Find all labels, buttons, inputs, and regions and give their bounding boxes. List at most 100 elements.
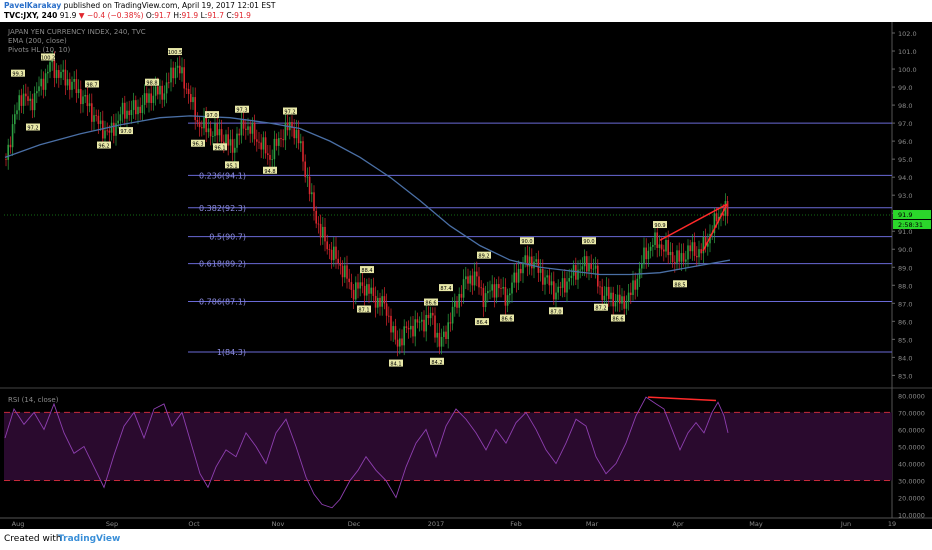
chart-svg[interactable]: 0.236(94.1) 0.382(92.3) 0.5(90.7) 0.618(89.… [0, 22, 932, 529]
candle-body [669, 251, 672, 256]
candle-body [471, 275, 474, 286]
pivot-label: 86.6 [425, 301, 436, 307]
candle-body [95, 115, 97, 117]
time-tick-label: 2017 [428, 520, 445, 528]
time-tick-label: May [749, 520, 763, 528]
candle-body [608, 286, 610, 299]
price-tick-label: 91.0 [898, 228, 912, 236]
candle-body [458, 293, 460, 308]
candle-body [621, 296, 623, 304]
rsi-tick-label: 50.0000 [898, 443, 925, 451]
candle-body [575, 265, 577, 280]
author-link[interactable]: PavelKarakay [4, 1, 61, 10]
candle-body [645, 247, 647, 260]
candle-body [242, 119, 245, 129]
price-tick-label: 94.0 [898, 174, 912, 182]
candle-body [278, 138, 280, 146]
candle-body [612, 292, 614, 307]
candle-body [53, 60, 56, 78]
candle-body [58, 70, 60, 78]
pivot-label: 99.3 [12, 72, 23, 78]
candle-body [656, 232, 658, 248]
candle-body [295, 129, 298, 139]
candle-body [113, 122, 115, 136]
tradingview-logo[interactable]: TradingView [58, 534, 120, 544]
candle-body [544, 277, 546, 285]
price-tick-label: 102.0 [898, 30, 917, 38]
candle-body [212, 136, 214, 137]
candle-body [132, 100, 135, 110]
candle-body [143, 93, 146, 105]
candle-body [359, 282, 361, 289]
down-arrow-icon: ▼ [78, 11, 85, 20]
candle-body [506, 295, 509, 306]
candle-body [696, 255, 698, 258]
pivot-label: 97.2 [284, 110, 295, 116]
candle-body [190, 94, 192, 103]
candle-body [665, 239, 667, 252]
chart-area[interactable]: 0.236(94.1) 0.382(92.3) 0.5(90.7) 0.618(89.… [0, 22, 932, 529]
price-tick-label: 85.0 [898, 336, 912, 344]
candle-body [539, 268, 542, 273]
candle-body [513, 272, 515, 283]
candle-body [163, 93, 166, 100]
candle-body [555, 292, 557, 300]
candle-body [183, 67, 185, 89]
candle-body [16, 110, 18, 115]
time-tick-label: Mar [586, 520, 599, 528]
candle-body [542, 268, 544, 285]
candle-body [438, 332, 441, 347]
candle-body [451, 306, 454, 324]
candle-body [654, 232, 656, 245]
candle-body [429, 312, 432, 319]
candle-body [363, 285, 366, 296]
candle-body [33, 93, 36, 111]
candle-body [9, 144, 12, 148]
candle-body [280, 138, 282, 140]
pivot-label: 84.1 [390, 362, 401, 368]
candle-body [500, 288, 502, 289]
pivot-label: 90.0 [521, 239, 532, 245]
candle-body [126, 110, 128, 119]
candle-body [432, 312, 434, 316]
candle-body [377, 297, 379, 308]
ohlc-open: 91.7 [154, 11, 171, 20]
fib-label: 0.5(90.7) [209, 233, 246, 242]
candle-body [262, 137, 265, 150]
candle-body [273, 138, 276, 160]
candle-body [119, 114, 122, 121]
candle-body [71, 81, 73, 90]
pivot-label: 88.4 [361, 268, 372, 274]
candle-body [535, 259, 537, 262]
candle-body [14, 114, 16, 125]
candle-body [586, 256, 588, 272]
candle-body [352, 289, 355, 300]
candle-body [69, 79, 71, 90]
candle-body [322, 226, 324, 238]
candle-body [196, 120, 199, 122]
candle-body [339, 263, 342, 266]
price-tick-label: 97.0 [898, 120, 912, 128]
header-bar: PavelKarakay published on TradingView.co… [0, 0, 932, 22]
candle-body [405, 326, 408, 328]
candle-body [511, 282, 513, 294]
last-price: 91.9 [59, 11, 77, 20]
candle-body [480, 287, 482, 289]
ohlc-high: 91.9 [181, 11, 199, 20]
candle-body [311, 192, 313, 195]
candle-body [561, 278, 564, 288]
candle-body [658, 244, 661, 248]
candle-body [550, 281, 553, 286]
candle-body [491, 284, 493, 291]
candle-body [124, 102, 126, 119]
candle-body [467, 276, 469, 284]
candle-body [632, 280, 634, 295]
time-tick-label: Feb [510, 520, 522, 528]
candle-body [357, 282, 359, 289]
pivot-label: 94.8 [264, 169, 275, 175]
candle-body [264, 137, 267, 154]
pivot-label: 86.6 [501, 317, 512, 323]
published-text: published on TradingView.com, April 19, … [63, 1, 276, 10]
fib-label: 0.786(87.1) [199, 298, 246, 307]
price-tick-label: 96.0 [898, 138, 912, 146]
